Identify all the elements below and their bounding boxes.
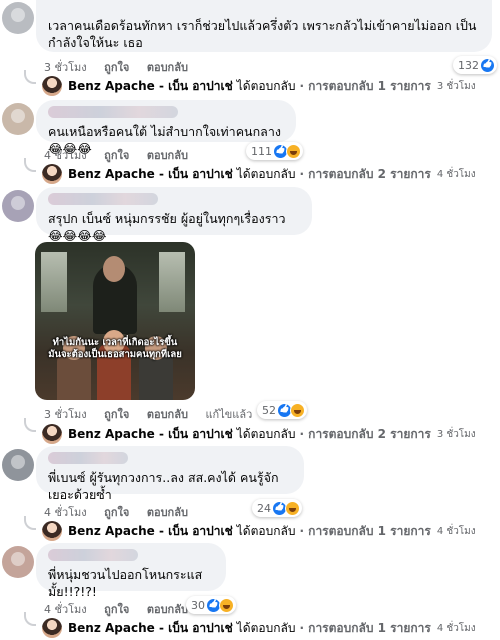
reaction-summary[interactable]: 52 bbox=[257, 401, 307, 419]
comment-meta: 4 ชั่วโมง ถูกใจ ตอบกลับ bbox=[44, 503, 202, 521]
reply-time: 4 ชั่วโมง bbox=[436, 168, 476, 180]
reply-button[interactable]: ตอบกลับ bbox=[147, 506, 188, 519]
comment-meta: 3 ชั่วโมง ถูกใจ ตอบกลับ bbox=[44, 58, 202, 76]
blurred-commenter-name bbox=[48, 549, 138, 561]
comment-meta: 4 ชั่วโมง ถูกใจ ตอบกลับ bbox=[44, 600, 202, 618]
reply-time: 3 ชั่วโมง bbox=[436, 80, 476, 92]
comment-time[interactable]: 4 ชั่วโมง bbox=[44, 149, 87, 162]
comment-time[interactable]: 4 ชั่วโมง bbox=[44, 603, 87, 616]
reply-button[interactable]: ตอบกลับ bbox=[147, 408, 188, 421]
haha-reaction-icon bbox=[285, 500, 300, 516]
like-button[interactable]: ถูกใจ bbox=[104, 149, 129, 162]
reply-action-text: ได้ตอบกลับ bbox=[236, 166, 296, 181]
reply-button[interactable]: ตอบกลับ bbox=[147, 61, 188, 74]
reply-preview[interactable]: Benz Apache - เบ็น อาปาเช่ ได้ตอบกลับ · … bbox=[42, 424, 476, 444]
comment-time[interactable]: 4 ชั่วโมง bbox=[44, 506, 87, 519]
reply-count-link[interactable]: · การตอบกลับ 1 รายการ bbox=[299, 522, 430, 541]
comment-meta: 3 ชั่วโมง ถูกใจ ตอบกลับ แก้ไขแล้ว bbox=[44, 405, 266, 423]
reply-action-text: ได้ตอบกลับ bbox=[236, 426, 296, 441]
reply-preview[interactable]: Benz Apache - เบ็น อาปาเช่ ได้ตอบกลับ · … bbox=[42, 618, 476, 638]
reply-count-link[interactable]: · การตอบกลับ 2 รายการ bbox=[299, 425, 430, 444]
reply-author-avatar bbox=[42, 618, 62, 638]
reply-time: 4 ชั่วโมง bbox=[436, 525, 476, 537]
commenter-avatar[interactable] bbox=[2, 103, 34, 135]
reply-count-link[interactable]: · การตอบกลับ 2 รายการ bbox=[299, 165, 430, 184]
reply-preview[interactable]: Benz Apache - เบ็น อาปาเช่ ได้ตอบกลับ · … bbox=[42, 76, 476, 96]
reply-button[interactable]: ตอบกลับ bbox=[147, 149, 188, 162]
reaction-summary[interactable]: 30 bbox=[186, 596, 236, 614]
edited-label[interactable]: แก้ไขแล้ว bbox=[205, 408, 252, 421]
reaction-summary[interactable]: 132 bbox=[453, 56, 497, 74]
reply-time: 3 ชั่วโมง bbox=[436, 428, 476, 440]
comment-text: พี่หนุ่มชวนไปออกโหนกระแสมั้ย!!?!?! bbox=[48, 567, 203, 599]
reply-author-name[interactable]: Benz Apache - เบ็น อาปาเช่ bbox=[68, 619, 233, 638]
like-button[interactable]: ถูกใจ bbox=[104, 506, 129, 519]
meme-figure-shape bbox=[103, 256, 125, 282]
comment-meta: 4 ชั่วโมง ถูกใจ ตอบกลับ bbox=[44, 146, 202, 164]
reply-author-avatar bbox=[42, 424, 62, 444]
comment-bubble: เวลาคนเดือดร้อนทักหา เราก็ช่วยไปแล้วครึ่… bbox=[36, 0, 492, 52]
reply-connector bbox=[24, 516, 36, 530]
comment-time[interactable]: 3 ชั่วโมง bbox=[44, 408, 87, 421]
reply-author-name[interactable]: Benz Apache - เบ็น อาปาเช่ bbox=[68, 165, 233, 184]
haha-reaction-icon bbox=[219, 597, 234, 613]
reply-connector bbox=[24, 70, 36, 84]
comment-image-meme[interactable]: ทำไมกันนะ เวลาที่เกิดอะไรขึ้น มันจะต้องเ… bbox=[35, 242, 195, 400]
reply-count-link[interactable]: · การตอบกลับ 1 รายการ bbox=[299, 77, 430, 96]
reply-preview[interactable]: Benz Apache - เบ็น อาปาเช่ ได้ตอบกลับ · … bbox=[42, 164, 476, 184]
reply-action-text: ได้ตอบกลับ bbox=[236, 523, 296, 538]
reaction-summary[interactable]: 111 bbox=[246, 142, 303, 160]
like-reaction-icon bbox=[480, 57, 495, 73]
reaction-count: 52 bbox=[262, 403, 276, 417]
comment-text: สรุปก เบ็นซ์ หนุ่มกรรชัย ผู้อยู่ในทุกๆเร… bbox=[48, 211, 286, 243]
reply-action-text: ได้ตอบกลับ bbox=[236, 620, 296, 635]
commenter-avatar[interactable] bbox=[2, 546, 34, 578]
reply-author-avatar bbox=[42, 521, 62, 541]
comment-text: เวลาคนเดือดร้อนทักหา เราก็ช่วยไปแล้วครึ่… bbox=[48, 18, 477, 50]
reply-button[interactable]: ตอบกลับ bbox=[147, 603, 188, 616]
comment-time[interactable]: 3 ชั่วโมง bbox=[44, 61, 87, 74]
comment-bubble: สรุปก เบ็นซ์ หนุ่มกรรชัย ผู้อยู่ในทุกๆเร… bbox=[36, 187, 312, 243]
reaction-count: 30 bbox=[191, 598, 205, 612]
meme-window-shape bbox=[41, 252, 67, 312]
like-button[interactable]: ถูกใจ bbox=[104, 408, 129, 421]
like-button[interactable]: ถูกใจ bbox=[104, 61, 129, 74]
reply-time: 4 ชั่วโมง bbox=[436, 622, 476, 634]
like-button[interactable]: ถูกใจ bbox=[104, 603, 129, 616]
reply-author-name[interactable]: Benz Apache - เบ็น อาปาเช่ bbox=[68, 522, 233, 541]
blurred-commenter-name bbox=[48, 106, 178, 118]
commenter-avatar[interactable] bbox=[2, 190, 34, 222]
blurred-commenter-name bbox=[48, 452, 128, 464]
meme-window-shape bbox=[159, 252, 185, 312]
commenter-avatar[interactable] bbox=[2, 2, 34, 34]
reply-connector bbox=[24, 418, 36, 432]
reaction-count: 132 bbox=[458, 58, 479, 72]
commenter-avatar[interactable] bbox=[2, 449, 34, 481]
reply-author-avatar bbox=[42, 76, 62, 96]
haha-reaction-icon bbox=[290, 402, 305, 418]
reaction-count: 24 bbox=[257, 501, 271, 515]
reply-connector bbox=[24, 158, 36, 172]
reply-author-name[interactable]: Benz Apache - เบ็น อาปาเช่ bbox=[68, 425, 233, 444]
reply-action-text: ได้ตอบกลับ bbox=[236, 78, 296, 93]
comment-bubble: พี่เบนซ์ ผู้รันทุกวงการ..ลง สส.คงได้ คนร… bbox=[36, 446, 304, 502]
comment-bubble: พี่หนุ่มชวนไปออกโหนกระแสมั้ย!!?!?! bbox=[36, 543, 226, 599]
reply-author-name[interactable]: Benz Apache - เบ็น อาปาเช่ bbox=[68, 77, 233, 96]
reaction-summary[interactable]: 24 bbox=[252, 499, 302, 517]
comment-bubble: คนเหนือหรือคนใต้ ไม่สำบากใจเท่าคนกลาง 😂😂… bbox=[36, 100, 296, 156]
blurred-commenter-name bbox=[48, 193, 158, 205]
comment-text: พี่เบนซ์ ผู้รันทุกวงการ..ลง สส.คงได้ คนร… bbox=[48, 470, 279, 502]
reaction-count: 111 bbox=[251, 144, 272, 158]
reply-author-avatar bbox=[42, 164, 62, 184]
haha-reaction-icon bbox=[286, 143, 301, 159]
reply-preview[interactable]: Benz Apache - เบ็น อาปาเช่ ได้ตอบกลับ · … bbox=[42, 521, 476, 541]
reply-count-link[interactable]: · การตอบกลับ 1 รายการ bbox=[299, 619, 430, 638]
meme-caption: ทำไมกันนะ เวลาที่เกิดอะไรขึ้น มันจะต้องเ… bbox=[48, 337, 182, 360]
reply-connector bbox=[24, 612, 36, 626]
